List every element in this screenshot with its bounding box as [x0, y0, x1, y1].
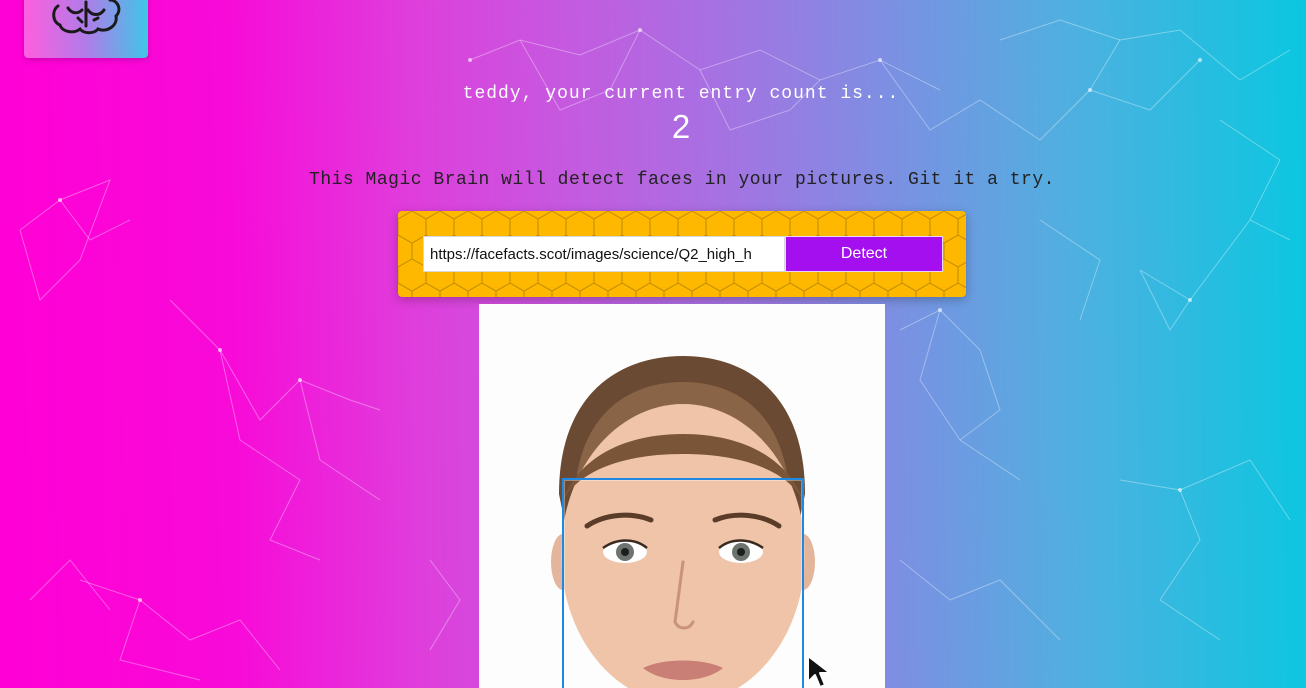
- brain-icon: [52, 0, 121, 35]
- image-url-input[interactable]: [423, 236, 785, 272]
- detect-button[interactable]: Detect: [785, 236, 943, 272]
- logo-card[interactable]: [24, 0, 148, 58]
- intro-text: This Magic Brain will detect faces in yo…: [309, 170, 1055, 190]
- mouse-pointer-icon: [807, 655, 831, 688]
- face-bounding-box: [562, 478, 804, 688]
- entry-count-value: 2: [671, 108, 691, 145]
- image-link-form: Detect: [398, 211, 966, 297]
- entry-count-message: teddy, your current entry count is...: [462, 84, 900, 104]
